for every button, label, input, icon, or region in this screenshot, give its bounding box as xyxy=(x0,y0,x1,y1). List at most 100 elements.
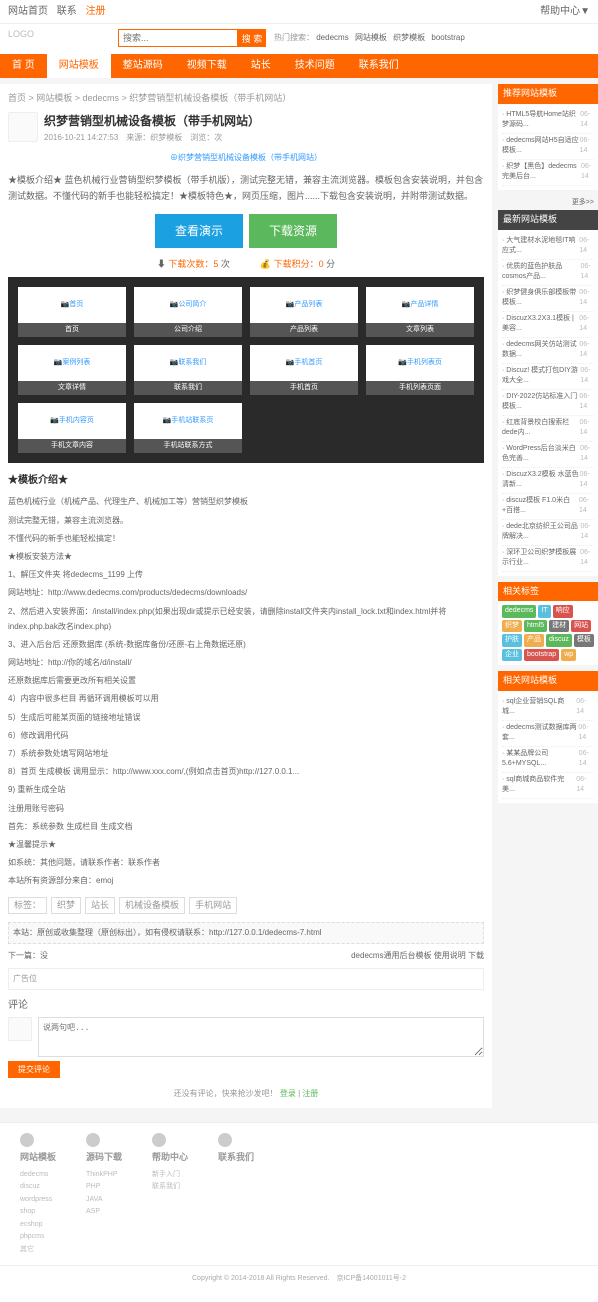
list-item[interactable]: · 红底背景校白搜索栏dede内...06-14 xyxy=(502,416,594,442)
list-item[interactable]: · dedecms网站H5自适应模板...06-14 xyxy=(502,134,594,160)
nav-item[interactable]: 联系我们 xyxy=(347,54,411,78)
list-item[interactable]: · Discuz! 模式打包DIY游戏大全...06-14 xyxy=(502,364,594,390)
tag[interactable]: 织梦 xyxy=(502,620,522,633)
footer-link[interactable]: phpcms xyxy=(20,1231,56,1244)
list-item[interactable]: · dedecms网关仿站测试数据...06-14 xyxy=(502,338,594,364)
side-title-tags: 相关标签 xyxy=(498,582,598,602)
footer-link[interactable]: ecshop xyxy=(20,1219,56,1232)
tags-row: 标签：织梦站长机械设备模板手机网站 xyxy=(8,897,484,915)
tag[interactable]: 模板 xyxy=(574,634,594,647)
footer-link[interactable]: dedecms xyxy=(20,1169,56,1182)
tag[interactable]: discuz xyxy=(546,634,572,647)
search-input[interactable] xyxy=(118,29,238,47)
demo-button[interactable]: 查看演示 xyxy=(155,214,243,248)
hot-words: 热门搜索： dedecms 网站模板 织梦模板 bootstrap xyxy=(274,32,469,44)
copyright: Copyright © 2014-2018 All Rights Reserve… xyxy=(0,1265,598,1293)
comment-input[interactable] xyxy=(38,1017,484,1057)
section-title: ★模板介绍★ xyxy=(8,473,484,488)
footer-link[interactable]: 联系我们 xyxy=(152,1181,188,1194)
list-item[interactable]: · WordPress后台淡米白色完善...06-14 xyxy=(502,442,594,468)
footer-icon xyxy=(86,1133,100,1147)
tag-item[interactable]: 站长 xyxy=(85,897,115,915)
detail-text: 蓝色机械行业（机械产品、代理生产、机械加工等）营销型织梦模板测试完整无错，兼容主… xyxy=(8,494,484,888)
submit-button[interactable]: 提交评论 xyxy=(8,1061,60,1078)
thumbnail[interactable]: 📷手机内容页手机文章内容 xyxy=(18,403,126,453)
tag[interactable]: bootstrap xyxy=(524,649,559,662)
list-item[interactable]: · 织梦【黑色】dedecms完美后台...06-14 xyxy=(502,160,594,186)
tag[interactable]: 响应 xyxy=(553,605,573,618)
list-item[interactable]: · 织梦健身俱乐部模板带模板...06-14 xyxy=(502,286,594,312)
footer-link[interactable]: wordpress xyxy=(20,1194,56,1207)
description: ★模板介绍★ 蓝色机械行业营销型织梦模板（带手机版），测试完整无错，兼容主流浏览… xyxy=(8,172,484,204)
thumbnail[interactable]: 📷产品列表产品列表 xyxy=(250,287,358,337)
footer-link[interactable]: JAVA xyxy=(86,1194,122,1207)
nav-item[interactable]: 首 页 xyxy=(0,54,47,78)
tag-item[interactable]: 机械设备模板 xyxy=(119,897,185,915)
top-home[interactable]: 网站首页 xyxy=(8,6,48,17)
footer-icon xyxy=(218,1133,232,1147)
tag[interactable]: 网站 xyxy=(571,620,591,633)
list-item[interactable]: · 深环卫公司织梦模板展示行业...06-14 xyxy=(502,546,594,572)
search-button[interactable]: 搜 索 xyxy=(238,29,266,47)
list-item[interactable]: · discuz模板 F1.0米白+百搭...06-14 xyxy=(502,494,594,520)
tag[interactable]: 护肤 xyxy=(502,634,522,647)
logo[interactable]: LOGO xyxy=(8,28,78,48)
thumbnail[interactable]: 📷公司简介公司介绍 xyxy=(134,287,242,337)
tag[interactable]: 企业 xyxy=(502,649,522,662)
tag-item[interactable]: 织梦 xyxy=(51,897,81,915)
list-item[interactable]: · 优质的蓝色护肤品cosmos产品...06-14 xyxy=(502,260,594,286)
footer-link[interactable]: ASP xyxy=(86,1206,122,1219)
list-item[interactable]: · DIY-2022仿站标准入门模板...06-14 xyxy=(502,390,594,416)
post-nav: 下一篇：没 dedecms通用后台模板 使用说明 下载 xyxy=(8,950,484,962)
list-item[interactable]: · sql企业营销SQL商城...06-14 xyxy=(502,695,594,721)
breadcrumb: 首页 > 网站模板 > dedecms > 织梦营销型机械设备模板（带手机网站） xyxy=(8,92,484,106)
nav-item[interactable]: 技术问题 xyxy=(283,54,347,78)
thumbnail[interactable]: 📷手机首页手机首页 xyxy=(250,345,358,395)
list-item[interactable]: · 某某品牌公司5.6+MYSQL...06-14 xyxy=(502,747,594,773)
tag-item[interactable]: 手机网站 xyxy=(189,897,237,915)
footer-link[interactable]: 新手入门 xyxy=(152,1169,188,1182)
more-link[interactable]: 更多>> xyxy=(498,196,598,211)
thumbnail[interactable]: 📷联系我们联系我们 xyxy=(134,345,242,395)
tag[interactable]: wp xyxy=(561,649,576,662)
preview-link[interactable]: ⊕织梦营销型机械设备模板（带手机网站） xyxy=(8,152,484,164)
article-meta: 2016-10-21 14:27:53 来源：织梦模板 浏览：次 xyxy=(44,132,260,144)
list-item[interactable]: · DiscuzX3.2模板 水蓝色清新...06-14 xyxy=(502,468,594,494)
list-item[interactable]: · dede北京纺织王公司品牌解决...06-14 xyxy=(502,520,594,546)
thumbnail[interactable]: 📷产品详情文章列表 xyxy=(366,287,474,337)
tag[interactable]: 产品 xyxy=(524,634,544,647)
top-contact[interactable]: 联系 xyxy=(57,6,77,17)
comment-footer: 还没有评论，快来抢沙发吧！ 登录 | 注册 xyxy=(8,1088,484,1100)
footer-link[interactable]: discuz xyxy=(20,1181,56,1194)
tag[interactable]: dedecms xyxy=(502,605,536,618)
footer-link[interactable]: ThinkPHP xyxy=(86,1169,122,1182)
list-item[interactable]: · DiscuzX3.2X3.1模板 | 美容...06-14 xyxy=(502,312,594,338)
nav-item[interactable]: 视频下载 xyxy=(175,54,239,78)
ad-placeholder: 广告位 xyxy=(8,968,484,990)
nav-item[interactable]: 整站源码 xyxy=(111,54,175,78)
help-center[interactable]: 帮助中心▼ xyxy=(540,0,590,24)
footer-link[interactable]: 其它 xyxy=(20,1244,56,1257)
thumbnail[interactable]: 📷案例列表文章详情 xyxy=(18,345,126,395)
next-link[interactable]: dedecms通用后台模板 使用说明 下载 xyxy=(351,950,484,962)
thumbnail[interactable]: 📷手机列表页手机列表页面 xyxy=(366,345,474,395)
list-item[interactable]: · dedecms测试数据库两套...06-14 xyxy=(502,721,594,747)
list-item[interactable]: · sql商城商品软件完美...06-14 xyxy=(502,773,594,799)
nav-item[interactable]: 网站模板 xyxy=(47,54,111,78)
nav-item[interactable]: 站长 xyxy=(239,54,283,78)
prev-link[interactable]: 下一篇：没 xyxy=(8,950,48,962)
tag[interactable]: html5 xyxy=(524,620,547,633)
top-register[interactable]: 注册 xyxy=(86,6,106,17)
list-item[interactable]: · 大气建材水泥地毯IT响应式...06-14 xyxy=(502,234,594,260)
thumbnail[interactable]: 📷手机站联系页手机站联系方式 xyxy=(134,403,242,453)
comment-avatar xyxy=(8,1017,32,1041)
list-item[interactable]: · HTML5导航Home站织梦源码...06-14 xyxy=(502,108,594,134)
avatar xyxy=(8,112,38,142)
footer-link[interactable]: PHP xyxy=(86,1181,122,1194)
thumbnail[interactable]: 📷首页首页 xyxy=(18,287,126,337)
tag[interactable]: IT xyxy=(538,605,550,618)
footer-link[interactable]: shop xyxy=(20,1206,56,1219)
download-button[interactable]: 下载资源 xyxy=(249,214,337,248)
tag[interactable]: 建材 xyxy=(549,620,569,633)
stats: ⬇ 下载次数：5 次 💰 下载积分：0 分 xyxy=(8,258,484,272)
